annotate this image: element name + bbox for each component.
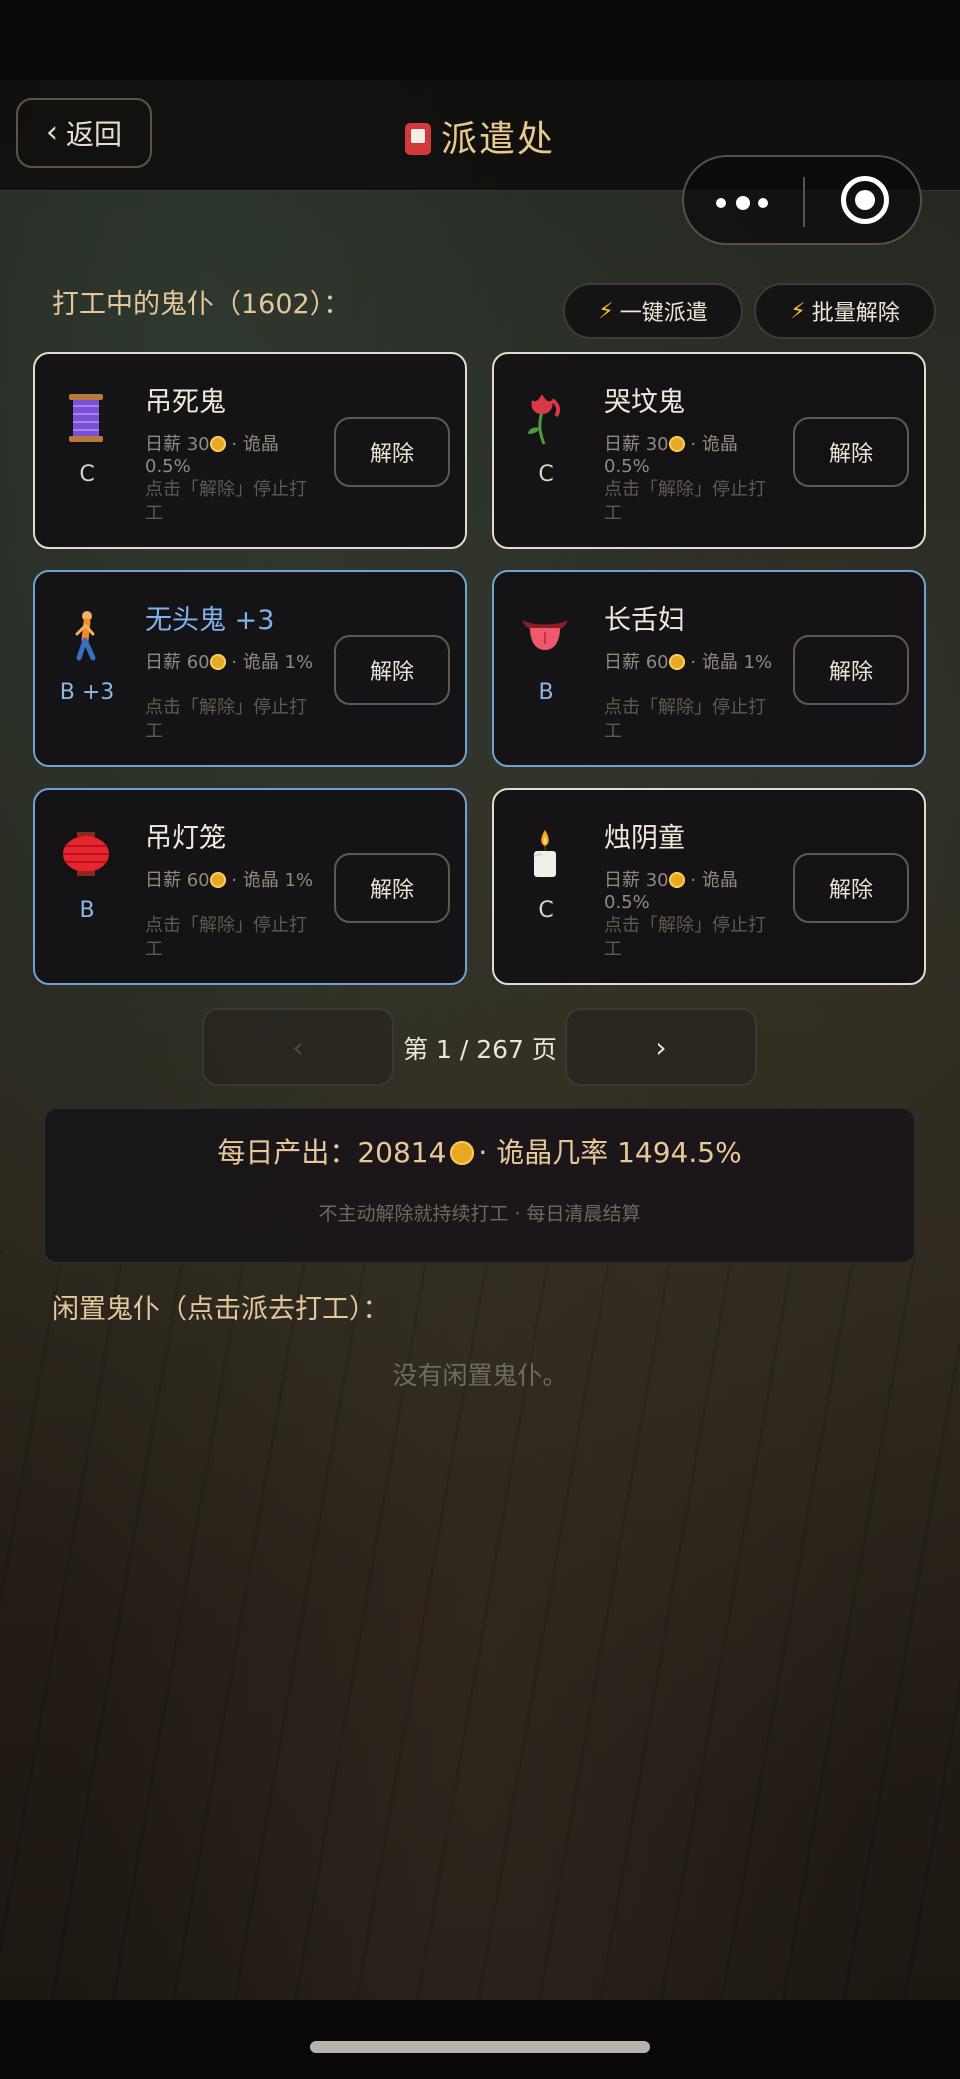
page-title-text: 派遣处 (440, 119, 555, 160)
daily-output-value: 每日产出：20814 (217, 1136, 447, 1169)
close-miniprogram-icon[interactable] (841, 176, 889, 224)
walking-person-icon (61, 608, 111, 664)
wage-info: 日薪 30 · 诡晶 0.5% (145, 434, 315, 478)
dismiss-hint: 点击「解除」停止打工 (145, 915, 307, 960)
wage-text: 日薪 60 (145, 652, 210, 673)
coin-icon (209, 436, 226, 452)
coin-icon (450, 1141, 475, 1165)
servant-name: 烛阴童 (604, 823, 685, 854)
coin-icon (668, 654, 685, 670)
lightning-icon: ⚡ (790, 298, 806, 324)
wilted-flower-icon (520, 390, 570, 446)
servant-card: B 长舌妇 日薪 60 · 诡晶 1% 点击「解除」停止打工 解除 (492, 570, 926, 767)
dismiss-button[interactable]: 解除 (334, 635, 450, 705)
bottom-safe-area (0, 2000, 960, 2079)
servant-card: B 吊灯笼 日薪 60 · 诡晶 1% 点击「解除」停止打工 解除 (33, 788, 467, 985)
wage-text: 日薪 30 (604, 434, 669, 455)
dismiss-button[interactable]: 解除 (793, 417, 909, 487)
coin-icon (209, 654, 226, 670)
capsule-divider (803, 177, 805, 227)
candle-icon (520, 826, 570, 882)
wage-info: 日薪 60 · 诡晶 1% (145, 652, 315, 674)
daily-output-text: 每日产出：20814 · 诡晶几率 1494.5% (45, 1131, 914, 1171)
servant-name: 长舌妇 (604, 605, 685, 636)
wage-info: 日薪 60 · 诡晶 1% (145, 870, 315, 892)
crystal-text: · 诡晶 1% (231, 870, 314, 891)
coin-icon (668, 872, 685, 888)
dismiss-button[interactable]: 解除 (793, 635, 909, 705)
crystal-chance-text: · 诡晶几率 1494.5% (478, 1136, 742, 1169)
dispatch-all-button[interactable]: ⚡ 一键派遣 (563, 283, 743, 339)
servant-card: C 哭坟鬼 日薪 30 · 诡晶 0.5% 点击「解除」停止打工 解除 (492, 352, 926, 549)
servant-name: 无头鬼 +3 (145, 605, 275, 636)
dismiss-hint: 点击「解除」停止打工 (604, 479, 766, 524)
wage-info: 日薪 60 · 诡晶 1% (604, 652, 774, 674)
idle-section-title: 闲置鬼仆（点击派去打工）： (52, 1294, 390, 1325)
servant-card: B +3 无头鬼 +3 日薪 60 · 诡晶 1% 点击「解除」停止打工 解除 (33, 570, 467, 767)
batch-dismiss-label: 批量解除 (811, 301, 900, 326)
dismiss-button[interactable]: 解除 (793, 853, 909, 923)
page-indicator: 第 1 / 267 页 (403, 1035, 557, 1064)
status-bar (0, 0, 960, 80)
home-indicator[interactable] (310, 2041, 650, 2053)
wage-text: 日薪 30 (604, 870, 669, 891)
red-lantern-icon (61, 826, 111, 882)
servant-card: C 吊死鬼 日薪 30 · 诡晶 0.5% 点击「解除」停止打工 解除 (33, 352, 467, 549)
grade-label: C (538, 898, 554, 923)
dispatch-all-label: 一键派遣 (619, 301, 708, 326)
wage-info: 日薪 30 · 诡晶 0.5% (604, 870, 774, 914)
wage-text: 日薪 60 (145, 870, 210, 891)
chevron-right-icon: › (655, 1030, 667, 1064)
wage-text: 日薪 30 (145, 434, 210, 455)
dismiss-button[interactable]: 解除 (334, 853, 450, 923)
next-page-button[interactable]: › (565, 1008, 757, 1086)
servant-name: 吊死鬼 (145, 387, 226, 418)
grade-label: B (538, 680, 554, 705)
more-options-icon[interactable] (716, 196, 770, 210)
thread-spool-icon (61, 390, 111, 446)
batch-dismiss-button[interactable]: ⚡ 批量解除 (754, 283, 936, 339)
grade-label: C (538, 462, 554, 487)
miniprogram-capsule (682, 155, 922, 245)
coin-icon (209, 872, 226, 888)
working-section-title: 打工中的鬼仆（1602）： (52, 289, 351, 320)
postbox-icon (404, 123, 431, 155)
dismiss-hint: 点击「解除」停止打工 (145, 479, 307, 524)
servant-name: 吊灯笼 (145, 823, 226, 854)
grade-label: B (79, 898, 95, 923)
grade-label: C (79, 462, 95, 487)
dismiss-hint: 点击「解除」停止打工 (604, 697, 766, 742)
wage-info: 日薪 30 · 诡晶 0.5% (604, 434, 774, 478)
idle-empty-text: 没有闲置鬼仆。 (392, 1361, 568, 1390)
dismiss-hint: 点击「解除」停止打工 (604, 915, 766, 960)
tongue-icon (520, 608, 570, 664)
lightning-icon: ⚡ (598, 298, 614, 324)
coin-icon (668, 436, 685, 452)
grade-label: B +3 (59, 680, 115, 705)
crystal-text: · 诡晶 1% (231, 652, 314, 673)
servant-name: 哭坟鬼 (604, 387, 685, 418)
wage-text: 日薪 60 (604, 652, 669, 673)
crystal-text: · 诡晶 1% (690, 652, 773, 673)
dismiss-button[interactable]: 解除 (334, 417, 450, 487)
dismiss-hint: 点击「解除」停止打工 (145, 697, 307, 742)
settlement-note: 不主动解除就持续打工 · 每日清晨结算 (318, 1203, 641, 1225)
daily-output-summary: 每日产出：20814 · 诡晶几率 1494.5% 不主动解除就持续打工 · 每日… (43, 1107, 916, 1264)
servant-card: C 烛阴童 日薪 30 · 诡晶 0.5% 点击「解除」停止打工 解除 (492, 788, 926, 985)
